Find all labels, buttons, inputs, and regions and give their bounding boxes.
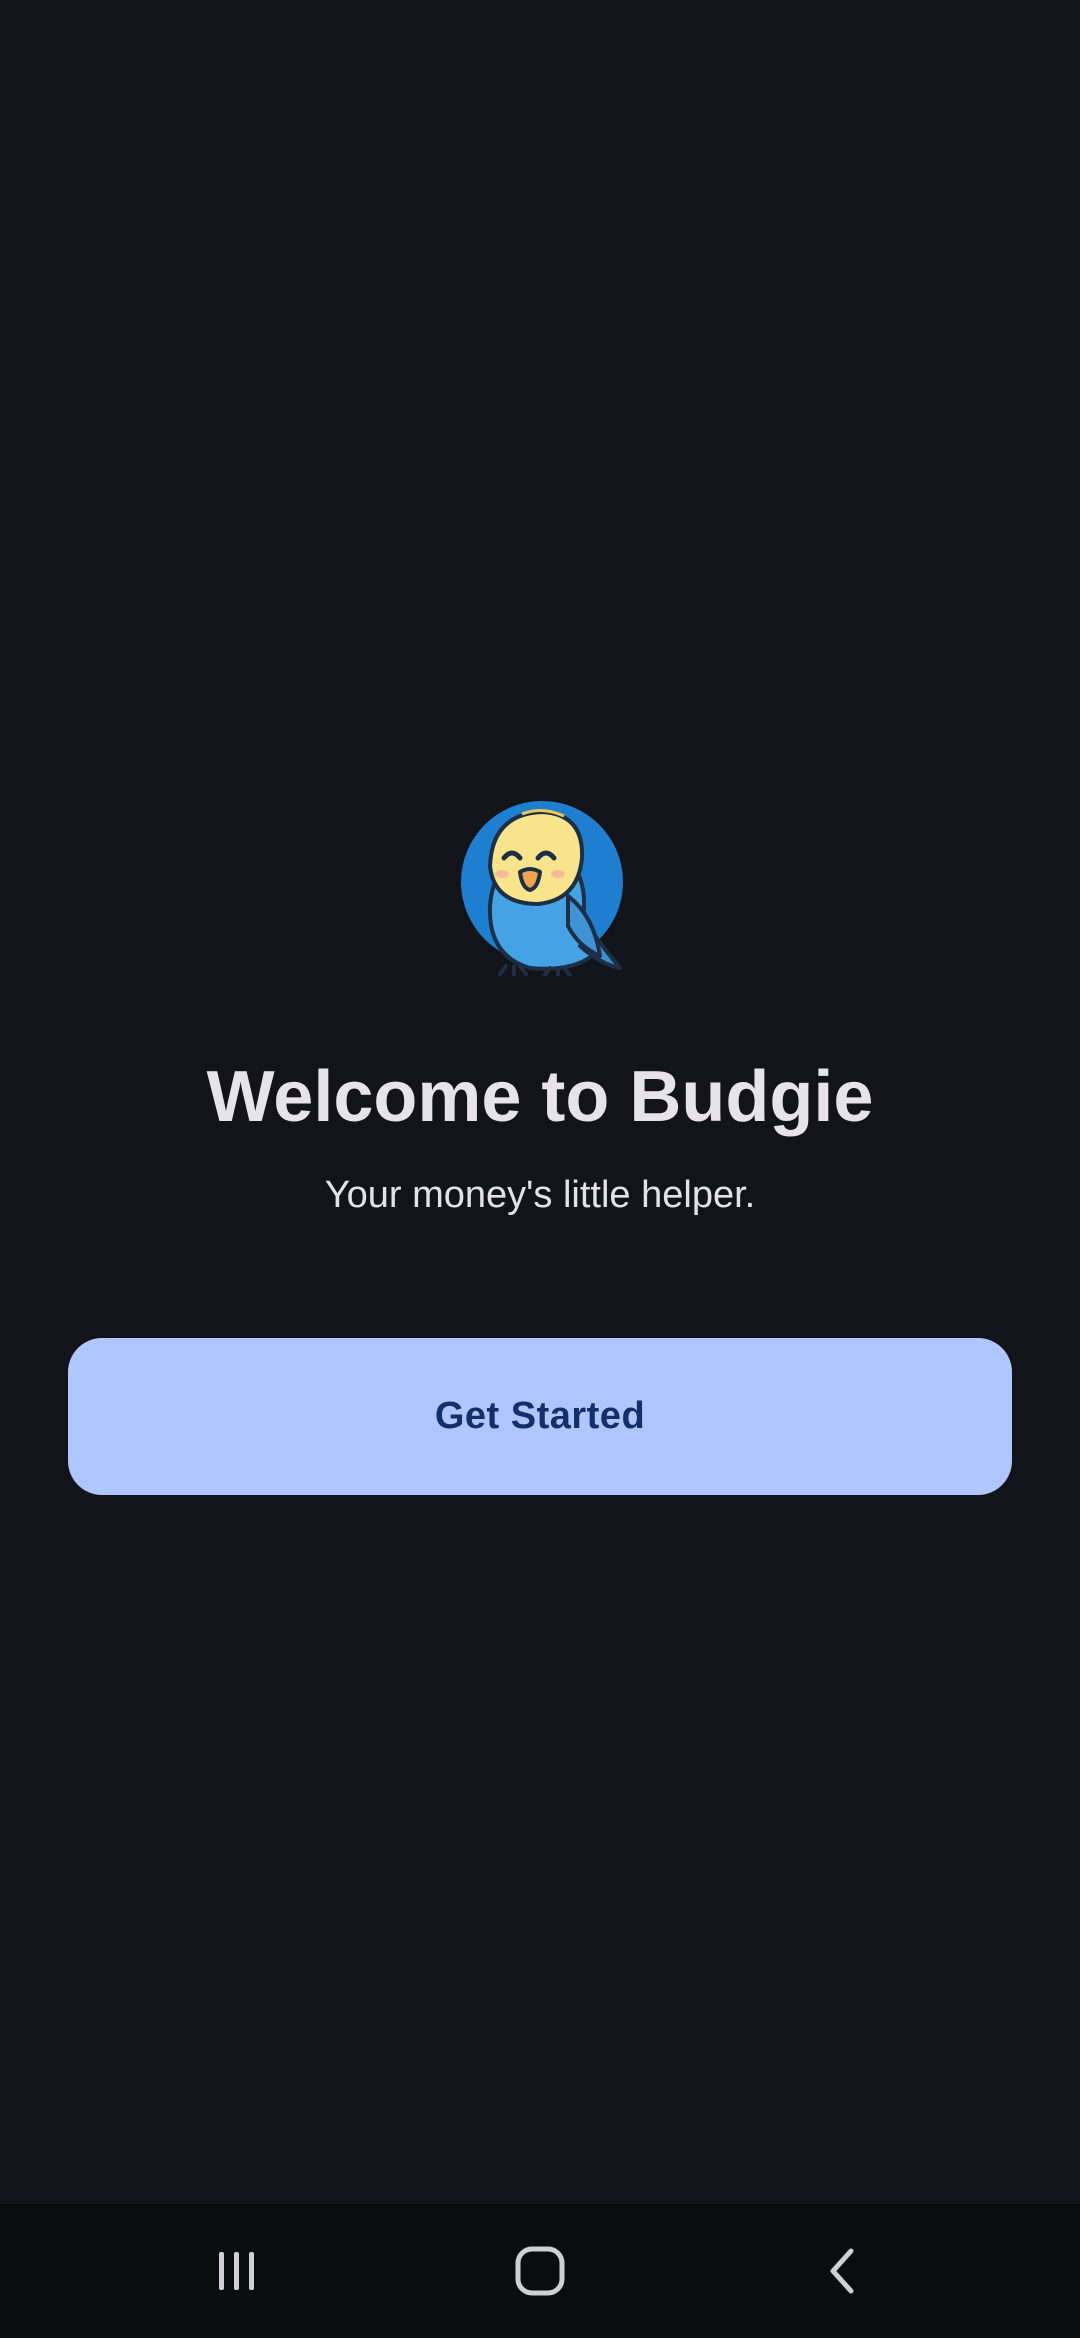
recent-apps-icon[interactable]: [177, 2226, 297, 2316]
home-icon[interactable]: [480, 2226, 600, 2316]
budgie-bird-icon: [460, 796, 630, 980]
get-started-button[interactable]: Get Started: [68, 1338, 1012, 1495]
system-nav-bar: [0, 2204, 1080, 2338]
welcome-title: Welcome to Budgie: [206, 1057, 874, 1137]
back-icon[interactable]: [782, 2226, 902, 2316]
welcome-subtitle: Your money's little helper.: [324, 1174, 756, 1216]
welcome-screen: Welcome to Budgie Your money's little he…: [0, 0, 1080, 2338]
